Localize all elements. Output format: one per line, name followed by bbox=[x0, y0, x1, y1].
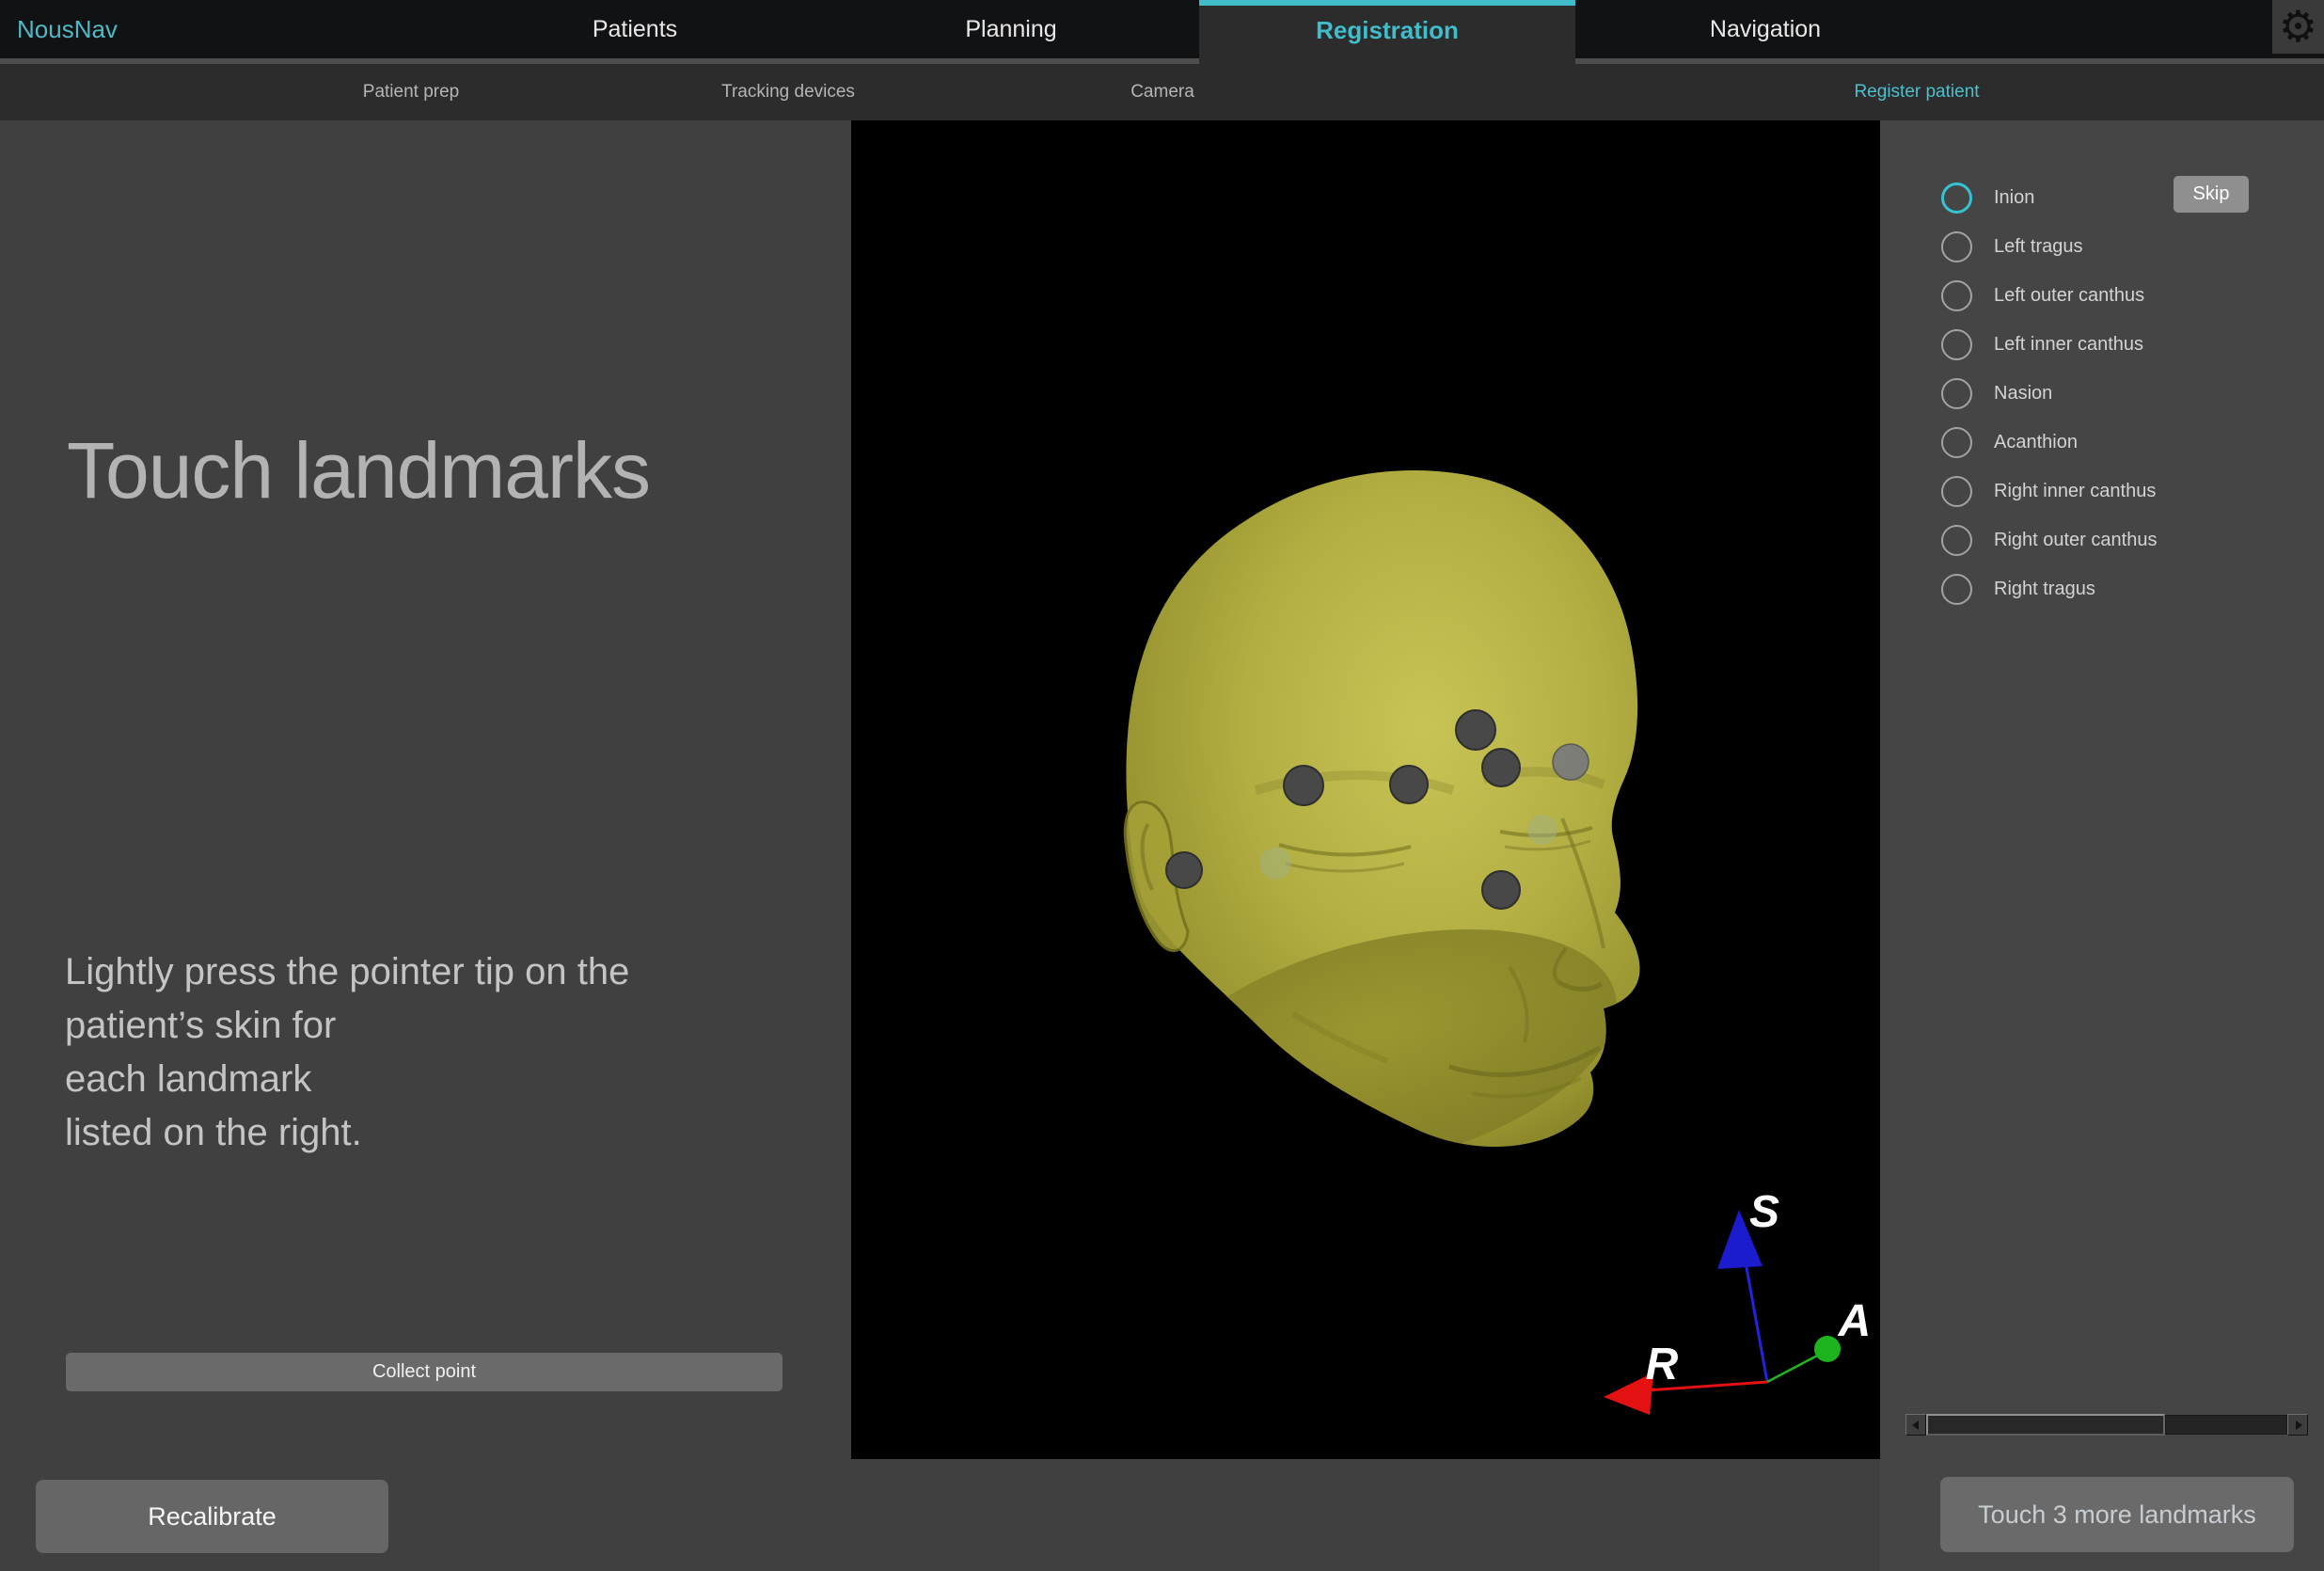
touch-more-landmarks-button[interactable]: Touch 3 more landmarks bbox=[1940, 1477, 2294, 1552]
landmark-radio-right-outer-canthus bbox=[1941, 525, 1972, 556]
landmark-row-nasion[interactable]: Nasion bbox=[1941, 378, 2157, 409]
scrollbar-groove[interactable] bbox=[2165, 1415, 2287, 1435]
gear-icon: ⚙ bbox=[2272, 0, 2324, 54]
axis-anterior-ball bbox=[1814, 1336, 1841, 1362]
scrollbar-handle[interactable] bbox=[1926, 1414, 2165, 1436]
landmark-radio-nasion bbox=[1941, 378, 1972, 409]
landmark-marker-collected bbox=[1482, 749, 1520, 786]
landmark-marker-planned bbox=[1259, 848, 1291, 880]
landmark-marker-occluded bbox=[1553, 744, 1589, 780]
landmark-marker-collected bbox=[1166, 852, 1202, 888]
3d-scene: S A R bbox=[851, 120, 1880, 1459]
axis-label-superior: S bbox=[1749, 1187, 1779, 1237]
step-patient-prep[interactable]: Patient prep bbox=[363, 64, 459, 120]
landmark-row-left-outer-canthus[interactable]: Left outer canthus bbox=[1941, 280, 2157, 311]
landmark-row-right-inner-canthus[interactable]: Right inner canthus bbox=[1941, 476, 2157, 507]
landmark-label: Nasion bbox=[1994, 383, 2052, 405]
scroll-right-button[interactable] bbox=[2287, 1414, 2308, 1436]
landmark-radio-left-inner-canthus bbox=[1941, 329, 1972, 360]
landmark-row-left-tragus[interactable]: Left tragus bbox=[1941, 231, 2157, 262]
landmark-row-acanthion[interactable]: Acanthion bbox=[1941, 427, 2157, 458]
landmark-marker-planned bbox=[1527, 815, 1557, 845]
orientation-axes: S A R bbox=[1604, 1187, 1871, 1415]
axis-label-anterior: A bbox=[1838, 1296, 1872, 1346]
landmark-marker-collected bbox=[1456, 710, 1495, 750]
landmark-list: Inion Left tragus Left outer canthus Left i… bbox=[1941, 182, 2157, 605]
tab-registration[interactable]: Registration bbox=[1199, 0, 1575, 120]
landmark-marker-collected bbox=[1482, 871, 1520, 909]
landmark-radio-acanthion bbox=[1941, 427, 1972, 458]
landmark-label: Left outer canthus bbox=[1994, 285, 2144, 307]
tab-patients[interactable]: Patients bbox=[447, 0, 823, 58]
landmark-row-left-inner-canthus[interactable]: Left inner canthus bbox=[1941, 329, 2157, 360]
collect-point-button[interactable]: Collect point bbox=[66, 1353, 783, 1391]
landmark-label: Left inner canthus bbox=[1994, 334, 2143, 356]
landmark-marker-collected bbox=[1284, 766, 1323, 805]
tab-navigation[interactable]: Navigation bbox=[1577, 0, 1953, 58]
landmark-radio-right-tragus bbox=[1941, 574, 1972, 605]
head-model bbox=[1123, 470, 1642, 1217]
landmark-label: Inion bbox=[1994, 187, 2034, 209]
landmark-row-right-outer-canthus[interactable]: Right outer canthus bbox=[1941, 525, 2157, 556]
landmark-label: Right outer canthus bbox=[1994, 530, 2157, 551]
skip-button[interactable]: Skip bbox=[2174, 176, 2249, 213]
step-register-patient[interactable]: Register patient bbox=[1854, 64, 1979, 120]
landmark-label: Right tragus bbox=[1994, 579, 2095, 600]
landmark-label: Right inner canthus bbox=[1994, 481, 2156, 502]
landmark-radio-inion bbox=[1941, 182, 1972, 214]
workflow-steps: Patient prepTracking devicesCameraCalibr… bbox=[0, 64, 2324, 120]
instructions-text: Lightly press the pointer tip on the pat… bbox=[65, 945, 817, 1160]
3d-view[interactable]: S A R bbox=[851, 120, 1880, 1459]
landmark-label: Left tragus bbox=[1994, 236, 2083, 258]
landmark-label: Acanthion bbox=[1994, 432, 2078, 453]
tab-planning[interactable]: Planning bbox=[823, 0, 1199, 58]
landmark-row-right-tragus[interactable]: Right tragus bbox=[1941, 574, 2157, 605]
landmark-radio-left-tragus bbox=[1941, 231, 1972, 262]
landmark-row-inion[interactable]: Inion bbox=[1941, 182, 2157, 214]
app-logo: NousNav bbox=[17, 0, 118, 58]
landmark-radio-left-outer-canthus bbox=[1941, 280, 1972, 311]
scroll-left-button[interactable] bbox=[1905, 1414, 1926, 1436]
step-tracking-devices[interactable]: Tracking devices bbox=[721, 64, 855, 120]
settings-button[interactable]: ⚙ bbox=[2272, 0, 2324, 54]
axis-label-right: R bbox=[1646, 1340, 1679, 1389]
landmark-marker-collected bbox=[1390, 766, 1428, 803]
page-title: Touch landmarks bbox=[67, 425, 650, 516]
landmark-radio-right-inner-canthus bbox=[1941, 476, 1972, 507]
recalibrate-button[interactable]: Recalibrate bbox=[36, 1480, 388, 1553]
horizontal-scrollbar bbox=[1905, 1414, 2308, 1436]
step-camera[interactable]: Camera bbox=[1130, 64, 1194, 120]
axis-anterior-line bbox=[1767, 1354, 1821, 1382]
